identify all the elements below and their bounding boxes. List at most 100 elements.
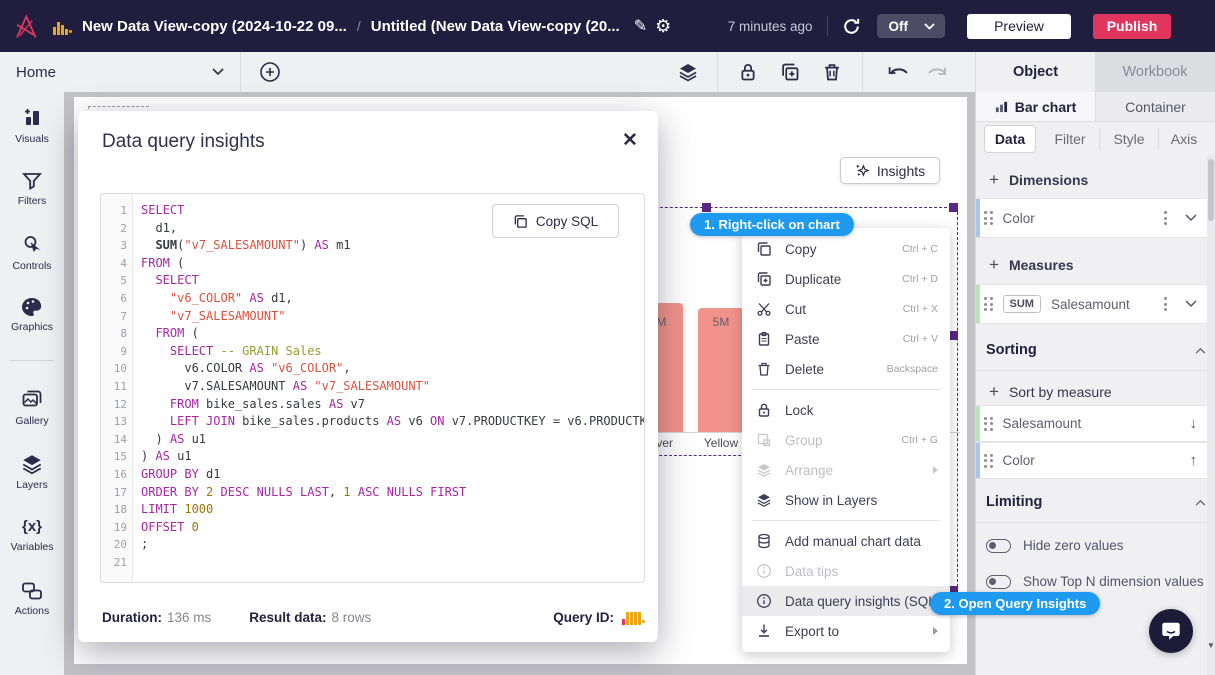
menu-item-data-query-insights[interactable]: Data query insights (SQL) (742, 586, 950, 616)
drag-handle-icon[interactable] (984, 417, 993, 431)
drag-handle-icon[interactable] (984, 454, 993, 468)
delete-trash-icon[interactable] (822, 62, 842, 82)
info-icon (756, 593, 772, 609)
chevron-down-icon[interactable] (1185, 300, 1197, 308)
undo-icon[interactable] (887, 64, 911, 80)
plus-icon: + (989, 170, 999, 190)
add-sort-by-measure-button[interactable]: +Sort by measure (989, 382, 1112, 402)
tab-style[interactable]: Style (1102, 127, 1156, 151)
cut-scissors-icon (756, 301, 772, 317)
lock-icon[interactable] (738, 62, 758, 82)
toggle-switch-icon[interactable] (986, 575, 1011, 589)
menu-item-arrange: Arrange (742, 455, 950, 485)
sidebar-divider (10, 360, 54, 361)
scroll-down-arrow-icon[interactable]: ▼ (1207, 641, 1215, 650)
copy-icon (756, 241, 772, 257)
tab-axis[interactable]: Axis (1160, 127, 1208, 151)
sql-code: SELECT d1, SUM("v7_SALESAMOUNT") AS m1 F… (133, 194, 644, 582)
more-options-icon[interactable] (1164, 211, 1167, 225)
menu-item-show-in-layers[interactable]: Show in Layers (742, 485, 950, 515)
dimension-row-color[interactable]: Color (976, 198, 1207, 238)
delete-trash-icon (756, 361, 772, 377)
sidebar-item-controls[interactable]: Controls (0, 233, 64, 272)
breadcrumb-page-title[interactable]: Untitled (New Data View-copy (20... (371, 18, 620, 35)
sidebar-item-gallery[interactable]: Gallery (0, 388, 64, 427)
sort-row-salesamount[interactable]: Salesamount ↓ (976, 405, 1207, 442)
limiting-section-header[interactable]: Limiting (986, 494, 1206, 510)
sidebar-item-filters[interactable]: Filters (0, 170, 64, 207)
preview-button[interactable]: Preview (967, 14, 1071, 39)
sidebar-item-variables[interactable]: {x} Variables (0, 516, 64, 553)
sidebar-item-graphics[interactable]: Graphics (0, 296, 64, 333)
tab-data[interactable]: Data (984, 125, 1036, 153)
menu-item-duplicate[interactable]: Duplicate Ctrl + D (742, 264, 950, 294)
selection-border-right (957, 207, 958, 592)
close-icon[interactable]: ✕ (618, 125, 642, 156)
menu-item-paste[interactable]: Paste Ctrl + V (742, 324, 950, 354)
edit-pencil-icon[interactable]: ✎ (634, 16, 647, 36)
breadcrumb-view-title[interactable]: New Data View-copy (2024-10-22 09... (82, 18, 347, 35)
tab-container[interactable]: Container (1095, 92, 1215, 122)
add-dimensions-button[interactable]: +Dimensions (989, 170, 1088, 190)
help-chat-button[interactable] (1149, 609, 1193, 653)
chevron-up-icon (1195, 499, 1206, 506)
refresh-icon[interactable] (842, 17, 861, 36)
tab-object[interactable]: Object (975, 52, 1095, 92)
publish-button[interactable]: Publish (1093, 14, 1171, 39)
menu-item-cut[interactable]: Cut Ctrl + X (742, 294, 950, 324)
selection-handle[interactable] (702, 203, 711, 212)
menu-item-group: Group Ctrl + G (742, 425, 950, 455)
chevron-down-icon (924, 23, 935, 30)
menu-item-delete[interactable]: Delete Backspace (742, 354, 950, 384)
page-selector[interactable]: Home (0, 52, 240, 92)
redo-icon[interactable] (925, 64, 949, 80)
sort-row-color[interactable]: Color ↑ (976, 442, 1207, 479)
paste-clipboard-icon (756, 331, 772, 347)
menu-item-add-manual-chart-data[interactable]: Add manual chart data (742, 526, 950, 556)
context-menu: Copy Ctrl + C Duplicate Ctrl + D Cut Ctr… (742, 228, 950, 652)
sorting-section-header[interactable]: Sorting (986, 342, 1206, 358)
toggle-switch-icon[interactable] (986, 539, 1011, 553)
data-query-insights-dialog: Data query insights ✕ 123456789101112131… (78, 111, 658, 642)
add-measures-button[interactable]: +Measures (989, 255, 1074, 275)
sidebar-item-layers[interactable]: Layers (0, 452, 64, 491)
app-window: New Data View-copy (2024-10-22 09... / U… (0, 0, 1215, 675)
measure-row-salesamount[interactable]: SUM Salesamount (976, 284, 1207, 324)
aggregation-badge[interactable]: SUM (1003, 295, 1041, 313)
bar-value-label: 5M (698, 315, 744, 329)
toggle-show-top-n[interactable]: Show Top N dimension values (986, 574, 1204, 589)
menu-item-export-to[interactable]: Export to (742, 616, 950, 646)
drag-handle-icon[interactable] (984, 297, 993, 311)
sort-direction-icon[interactable]: ↓ (1190, 415, 1198, 432)
sort-direction-icon[interactable]: ↑ (1190, 452, 1198, 469)
copy-sql-button[interactable]: Copy SQL (492, 204, 619, 238)
auto-refresh-dropdown[interactable]: Off (877, 14, 946, 38)
tab-workbook[interactable]: Workbook (1095, 52, 1215, 92)
copy-icon (513, 214, 528, 229)
app-logo-icon (12, 11, 39, 42)
layers-icon[interactable] (677, 61, 699, 83)
query-id-icon[interactable] (622, 610, 645, 625)
sort-accent (976, 443, 980, 478)
divider (976, 370, 1207, 371)
duplicate-icon[interactable] (780, 62, 800, 82)
chevron-down-icon[interactable] (1185, 214, 1197, 222)
toggle-hide-zero-values[interactable]: Hide zero values (986, 538, 1124, 553)
selection-handle[interactable] (949, 331, 958, 340)
settings-gear-icon[interactable]: ⚙ (655, 16, 671, 37)
more-options-icon[interactable] (1164, 297, 1167, 311)
layers-icon (756, 492, 772, 508)
menu-item-lock[interactable]: Lock (742, 395, 950, 425)
menu-item-copy[interactable]: Copy Ctrl + C (742, 234, 950, 264)
tab-filter[interactable]: Filter (1042, 127, 1098, 151)
scrollbar-thumb[interactable] (1208, 159, 1214, 221)
insights-button[interactable]: Insights (840, 157, 940, 184)
sidebar-item-visuals[interactable]: Visuals (0, 106, 64, 145)
add-page-icon[interactable] (259, 61, 281, 83)
export-download-icon (756, 623, 772, 639)
selection-handle[interactable] (949, 203, 958, 212)
tab-bar-chart[interactable]: Bar chart (976, 92, 1095, 122)
drag-handle-icon[interactable] (984, 211, 993, 225)
sidebar-item-actions[interactable]: Actions (0, 580, 64, 617)
panel-scrollbar[interactable]: ▼ (1207, 155, 1215, 675)
